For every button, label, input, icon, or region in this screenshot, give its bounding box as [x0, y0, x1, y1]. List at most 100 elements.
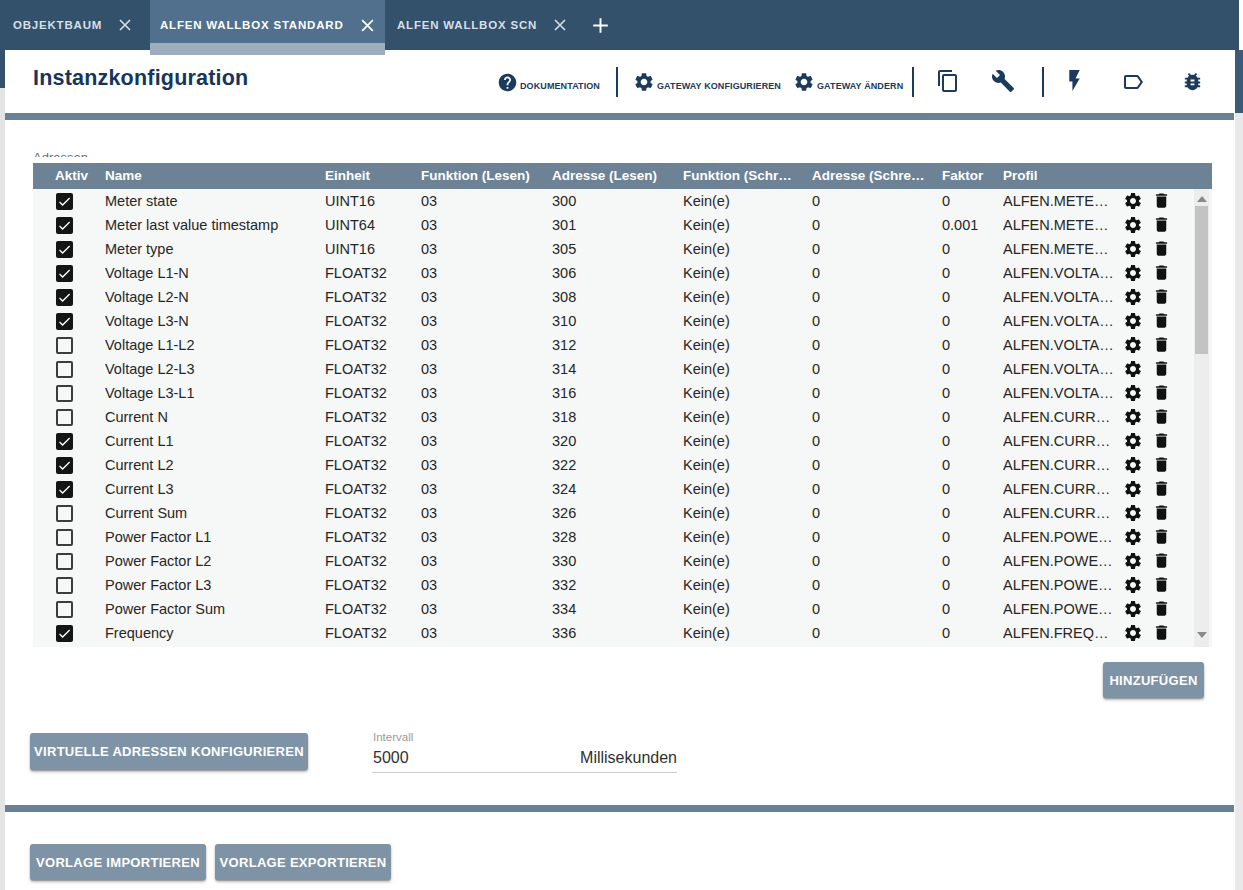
cell-funktion-schreiben: Kein(e): [683, 333, 730, 357]
row-settings-icon[interactable]: [1123, 551, 1143, 571]
row-delete-icon[interactable]: [1152, 479, 1172, 499]
cell-profil: ALFEN.FREQ…: [1003, 621, 1109, 645]
documentation-button[interactable]: DOKUMENTATION: [497, 69, 600, 93]
row-aktiv-checkbox[interactable]: [56, 313, 73, 330]
row-aktiv-checkbox[interactable]: [56, 625, 73, 642]
col-profil: Profil: [1003, 163, 1038, 189]
cell-adresse-lesen: 316: [552, 381, 576, 405]
page-scrollbar-track[interactable]: [1235, 113, 1243, 890]
row-delete-icon[interactable]: [1152, 623, 1172, 643]
row-settings-icon[interactable]: [1123, 407, 1143, 427]
row-delete-icon[interactable]: [1152, 311, 1172, 331]
row-delete-icon[interactable]: [1152, 359, 1172, 379]
row-settings-icon[interactable]: [1123, 503, 1143, 523]
row-aktiv-checkbox[interactable]: [56, 265, 73, 282]
row-aktiv-checkbox[interactable]: [56, 577, 73, 594]
bug-button[interactable]: [1181, 69, 1204, 93]
row-aktiv-checkbox[interactable]: [56, 193, 73, 210]
row-aktiv-checkbox[interactable]: [56, 337, 73, 354]
row-settings-icon[interactable]: [1123, 191, 1143, 211]
row-aktiv-checkbox[interactable]: [56, 241, 73, 258]
row-delete-icon[interactable]: [1152, 335, 1172, 355]
cell-adresse-schreiben: 0: [812, 261, 820, 285]
row-settings-icon[interactable]: [1123, 383, 1143, 403]
row-settings-icon[interactable]: [1123, 215, 1143, 235]
row-aktiv-checkbox[interactable]: [56, 385, 73, 402]
row-delete-icon[interactable]: [1152, 215, 1172, 235]
row-aktiv-checkbox[interactable]: [56, 505, 73, 522]
cell-adresse-schreiben: 0: [812, 573, 820, 597]
row-aktiv-checkbox[interactable]: [56, 481, 73, 498]
bottom-divider: [5, 805, 1234, 812]
tab-close-icon[interactable]: [360, 18, 375, 33]
cell-profil: ALFEN.POWE…: [1003, 549, 1113, 573]
row-aktiv-checkbox[interactable]: [56, 457, 73, 474]
table-row: Meter stateUINT1603300Kein(e)00ALFEN.MET…: [33, 189, 1212, 213]
row-delete-icon[interactable]: [1152, 263, 1172, 283]
cell-adresse-lesen: 306: [552, 261, 576, 285]
row-aktiv-checkbox[interactable]: [56, 217, 73, 234]
gateway-konfigurieren-button[interactable]: GATEWAY KONFIGURIEREN: [633, 68, 781, 93]
row-aktiv-checkbox[interactable]: [56, 529, 73, 546]
row-aktiv-checkbox[interactable]: [56, 601, 73, 618]
cell-adresse-schreiben: 0: [812, 549, 820, 573]
row-settings-icon[interactable]: [1123, 455, 1143, 475]
row-settings-icon[interactable]: [1123, 239, 1143, 259]
row-delete-icon[interactable]: [1152, 191, 1172, 211]
tab-objektbaum[interactable]: OBJEKTBAUM: [0, 0, 150, 50]
cell-faktor: 0: [942, 453, 950, 477]
row-aktiv-checkbox[interactable]: [56, 289, 73, 306]
table-row: Power Factor L3FLOAT3203332Kein(e)00ALFE…: [33, 573, 1212, 597]
row-settings-icon[interactable]: [1123, 575, 1143, 595]
table-row: Current L1FLOAT3203320Kein(e)00ALFEN.CUR…: [33, 429, 1212, 453]
row-settings-icon[interactable]: [1123, 263, 1143, 283]
tab-alfen-wallbox-scn[interactable]: ALFEN WALLBOX SCN: [385, 0, 575, 50]
wrench-icon: [991, 69, 1015, 93]
row-settings-icon[interactable]: [1123, 623, 1143, 643]
cell-einheit: UINT16: [325, 189, 375, 213]
cell-adresse-lesen: 318: [552, 405, 576, 429]
row-delete-icon[interactable]: [1152, 551, 1172, 571]
flash-button[interactable]: [1062, 68, 1087, 93]
row-settings-icon[interactable]: [1123, 335, 1143, 355]
row-delete-icon[interactable]: [1152, 527, 1172, 547]
tab-close-icon[interactable]: [118, 18, 132, 32]
row-delete-icon[interactable]: [1152, 575, 1172, 595]
table-row: Current SumFLOAT3203326Kein(e)00ALFEN.CU…: [33, 501, 1212, 525]
vorlage-exportieren-button[interactable]: VORLAGE EXPORTIEREN: [215, 844, 391, 880]
new-tab-button[interactable]: [588, 13, 612, 37]
wrench-button[interactable]: [991, 69, 1015, 93]
copy-button[interactable]: [936, 69, 960, 93]
gateway-aendern-button[interactable]: GATEWAY ÄNDERN: [793, 68, 903, 93]
cell-funktion-schreiben: Kein(e): [683, 381, 730, 405]
row-delete-icon[interactable]: [1152, 407, 1172, 427]
row-delete-icon[interactable]: [1152, 287, 1172, 307]
tag-button[interactable]: [1121, 70, 1145, 94]
row-delete-icon[interactable]: [1152, 599, 1172, 619]
row-aktiv-checkbox[interactable]: [56, 409, 73, 426]
row-settings-icon[interactable]: [1123, 527, 1143, 547]
row-settings-icon[interactable]: [1123, 287, 1143, 307]
cell-funktion-lesen: 03: [421, 237, 437, 261]
row-delete-icon[interactable]: [1152, 455, 1172, 475]
cell-name: Power Factor L1: [105, 525, 211, 549]
row-delete-icon[interactable]: [1152, 239, 1172, 259]
row-delete-icon[interactable]: [1152, 503, 1172, 523]
tab-close-icon[interactable]: [553, 18, 567, 32]
row-aktiv-checkbox[interactable]: [56, 361, 73, 378]
row-delete-icon[interactable]: [1152, 431, 1172, 451]
hinzufuegen-button[interactable]: HINZUFÜGEN: [1103, 662, 1204, 698]
row-settings-icon[interactable]: [1123, 311, 1143, 331]
vorlage-importieren-button[interactable]: VORLAGE IMPORTIEREN: [30, 844, 206, 880]
cell-funktion-schreiben: Kein(e): [683, 429, 730, 453]
row-aktiv-checkbox[interactable]: [56, 433, 73, 450]
virtuelle-adressen-button[interactable]: VIRTUELLE ADRESSEN KONFIGURIEREN: [30, 733, 308, 770]
row-settings-icon[interactable]: [1123, 359, 1143, 379]
row-settings-icon[interactable]: [1123, 479, 1143, 499]
table-row: Voltage L3-L1FLOAT3203316Kein(e)00ALFEN.…: [33, 381, 1212, 405]
row-settings-icon[interactable]: [1123, 431, 1143, 451]
row-aktiv-checkbox[interactable]: [56, 553, 73, 570]
page-scrollbar-thumb[interactable]: [1235, 50, 1243, 113]
row-settings-icon[interactable]: [1123, 599, 1143, 619]
row-delete-icon[interactable]: [1152, 383, 1172, 403]
